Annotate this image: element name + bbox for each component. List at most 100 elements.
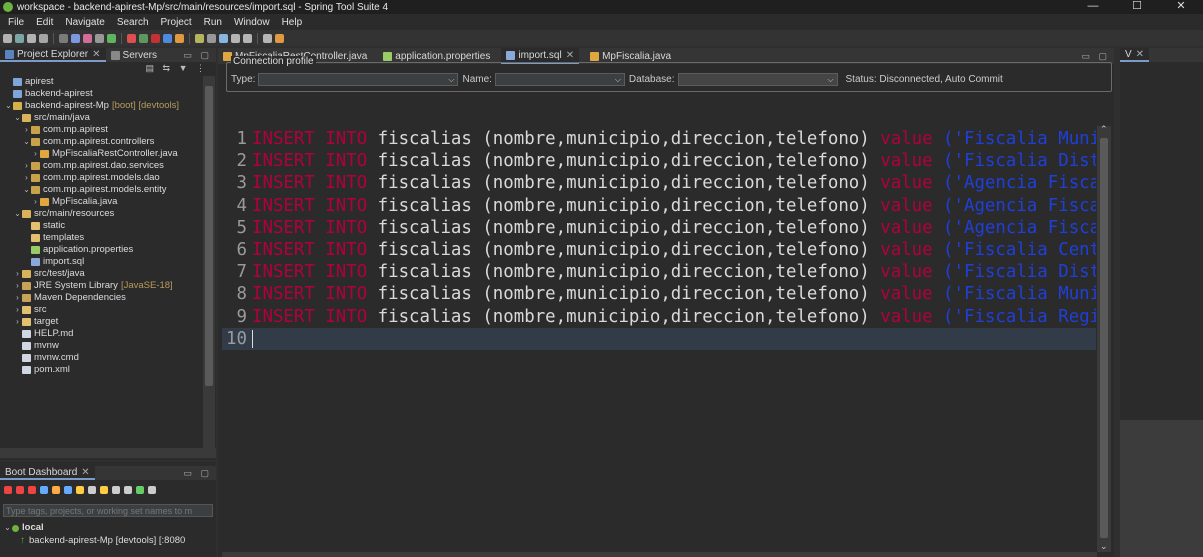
tree-item[interactable]: › target [0, 316, 202, 328]
close-icon[interactable]: ✕ [1136, 49, 1144, 60]
tree-item[interactable]: › JRE System Library [JavaSE-18] [0, 280, 202, 292]
boot-action-icon[interactable] [76, 486, 84, 494]
scroll-thumb[interactable] [1100, 138, 1108, 538]
tree-item[interactable]: backend-apirest [0, 88, 202, 100]
minimize-button[interactable]: — [1071, 0, 1115, 14]
code-line[interactable]: 3 INSERT INTO fiscalias (nombre,municipio… [222, 172, 1096, 194]
chevron-right-icon[interactable]: › [13, 280, 22, 292]
boot-action-icon[interactable] [64, 486, 72, 494]
editor-minimize-maximize-icon[interactable]: ▭ ▢ [1081, 49, 1110, 63]
boot-action-icon[interactable] [40, 486, 48, 494]
tree-item[interactable]: › src/test/java [0, 268, 202, 280]
boot-action-icon[interactable] [52, 486, 60, 494]
chevron-right-icon[interactable]: › [22, 172, 31, 184]
toolbar-button-icon[interactable] [175, 33, 184, 43]
editor-scrollbar[interactable]: ⌃ ⌄ [1097, 124, 1111, 552]
explorer-scrollbar[interactable] [203, 76, 215, 448]
menu-search[interactable]: Search [111, 17, 155, 28]
toolbar-button-icon[interactable] [151, 33, 160, 43]
boot-action-icon[interactable] [28, 486, 36, 494]
chevron-right-icon[interactable]: › [13, 268, 22, 280]
tree-item[interactable]: ⌄ src/main/resources [0, 208, 202, 220]
tree-item[interactable]: ⌄ src/main/java [0, 112, 202, 124]
boot-app-item[interactable]: ↑ backend-apirest-Mp [devtools] [:8080 [20, 535, 185, 547]
scroll-thumb[interactable] [205, 86, 213, 386]
tree-item[interactable]: application.properties [0, 244, 202, 256]
tree-item[interactable]: › MpFiscaliaRestController.java [0, 148, 202, 160]
close-icon[interactable]: ✕ [92, 49, 100, 60]
scroll-down-icon[interactable]: ⌄ [1100, 541, 1108, 552]
editor-h-scrollbar[interactable] [222, 552, 1097, 557]
tab-servers[interactable]: Servers [106, 48, 162, 62]
boot-action-icon[interactable] [88, 486, 96, 494]
boot-action-icon[interactable] [124, 486, 132, 494]
chevron-down-icon[interactable]: ⌄ [13, 208, 22, 220]
toolbar-button-icon[interactable] [59, 33, 68, 43]
menu-run[interactable]: Run [198, 17, 228, 28]
chevron-right-icon[interactable]: › [13, 304, 22, 316]
tree-item[interactable]: ⌄ backend-apirest-Mp [boot] [devtools] [0, 100, 202, 112]
tree-item[interactable]: apirest [0, 76, 202, 88]
sql-editor[interactable]: 1 INSERT INTO fiscalias (nombre,municipio… [222, 126, 1096, 556]
tree-item[interactable]: mvnw.cmd [0, 352, 202, 364]
boot-action-icon[interactable] [16, 486, 24, 494]
close-icon[interactable]: ✕ [566, 50, 574, 61]
toolbar-button-icon[interactable] [27, 33, 36, 43]
toolbar-button-icon[interactable] [71, 33, 80, 43]
name-select[interactable]: ⌵ [494, 72, 625, 86]
tab-project-explorer[interactable]: Project Explorer ✕ [0, 48, 106, 62]
chevron-down-icon[interactable]: ⌄ [22, 136, 31, 148]
code-line[interactable]: 8 INSERT INTO fiscalias (nombre,municipio… [222, 283, 1096, 305]
close-window-button[interactable]: ✕ [1159, 0, 1203, 14]
code-line[interactable]: 4 INSERT INTO fiscalias (nombre,municipio… [222, 195, 1096, 217]
explorer-h-scrollbar[interactable] [0, 448, 216, 458]
code-line[interactable]: 9 INSERT INTO fiscalias (nombre,municipio… [222, 306, 1096, 328]
chevron-right-icon[interactable]: › [13, 292, 22, 304]
tree-item[interactable]: › com.mp.apirest [0, 124, 202, 136]
toolbar-button-icon[interactable] [139, 33, 148, 43]
chevron-down-icon[interactable]: ⌄ [22, 184, 31, 196]
code-line[interactable]: 1 INSERT INTO fiscalias (nombre,municipio… [222, 128, 1096, 150]
tree-item[interactable]: › MpFiscalia.java [0, 196, 202, 208]
boot-action-icon[interactable] [148, 486, 156, 494]
tree-item[interactable]: pom.xml [0, 364, 202, 376]
toolbar-button-icon[interactable] [95, 33, 104, 43]
explorer-view-menu-icon[interactable]: ▤ ⇆ ▼ ⋮ [146, 63, 208, 74]
chevron-right-icon[interactable]: › [22, 160, 31, 172]
code-line[interactable]: 2 INSERT INTO fiscalias (nombre,municipio… [222, 150, 1096, 172]
toolbar-button-icon[interactable] [207, 33, 216, 43]
menu-edit[interactable]: Edit [30, 17, 59, 28]
tree-item[interactable]: ⌄ com.mp.apirest.controllers [0, 136, 202, 148]
menu-window[interactable]: Window [228, 17, 276, 28]
code-line[interactable]: 5 INSERT INTO fiscalias (nombre,municipio… [222, 217, 1096, 239]
tree-item[interactable]: › com.mp.apirest.models.dao [0, 172, 202, 184]
boot-action-icon[interactable] [4, 486, 12, 494]
tree-item[interactable]: static [0, 220, 202, 232]
code-line[interactable]: 7 INSERT INTO fiscalias (nombre,municipio… [222, 261, 1096, 283]
toolbar-button-icon[interactable] [15, 33, 24, 43]
chevron-down-icon[interactable]: ⌄ [13, 112, 22, 124]
toolbar-button-icon[interactable] [83, 33, 92, 43]
toolbar-button-icon[interactable] [275, 33, 284, 43]
menu-navigate[interactable]: Navigate [59, 17, 110, 28]
tree-item[interactable]: › src [0, 304, 202, 316]
code-line[interactable]: 6 INSERT INTO fiscalias (nombre,municipio… [222, 239, 1096, 261]
toolbar-button-icon[interactable] [3, 33, 12, 43]
menu-help[interactable]: Help [276, 17, 309, 28]
type-select[interactable]: ⌵ [258, 72, 459, 86]
boot-action-icon[interactable] [136, 486, 144, 494]
boot-action-icon[interactable] [100, 486, 108, 494]
maximize-button[interactable]: ☐ [1115, 0, 1159, 14]
minimize-maximize-icon[interactable]: ▭ ▢ [183, 48, 212, 62]
chevron-right-icon[interactable]: › [31, 196, 40, 208]
tab-variables[interactable]: V ✕ [1120, 48, 1150, 62]
chevron-down-icon[interactable]: ⌄ [3, 522, 12, 534]
tree-item[interactable]: ⌄ com.mp.apirest.models.entity [0, 184, 202, 196]
toolbar-button-icon[interactable] [231, 33, 240, 43]
boot-group-local[interactable]: ⌄ local [3, 522, 44, 534]
tree-item[interactable]: templates [0, 232, 202, 244]
tree-item[interactable]: › Maven Dependencies [0, 292, 202, 304]
chevron-right-icon[interactable]: › [22, 124, 31, 136]
tree-item[interactable]: mvnw [0, 340, 202, 352]
database-select[interactable]: ⌵ [677, 72, 838, 86]
